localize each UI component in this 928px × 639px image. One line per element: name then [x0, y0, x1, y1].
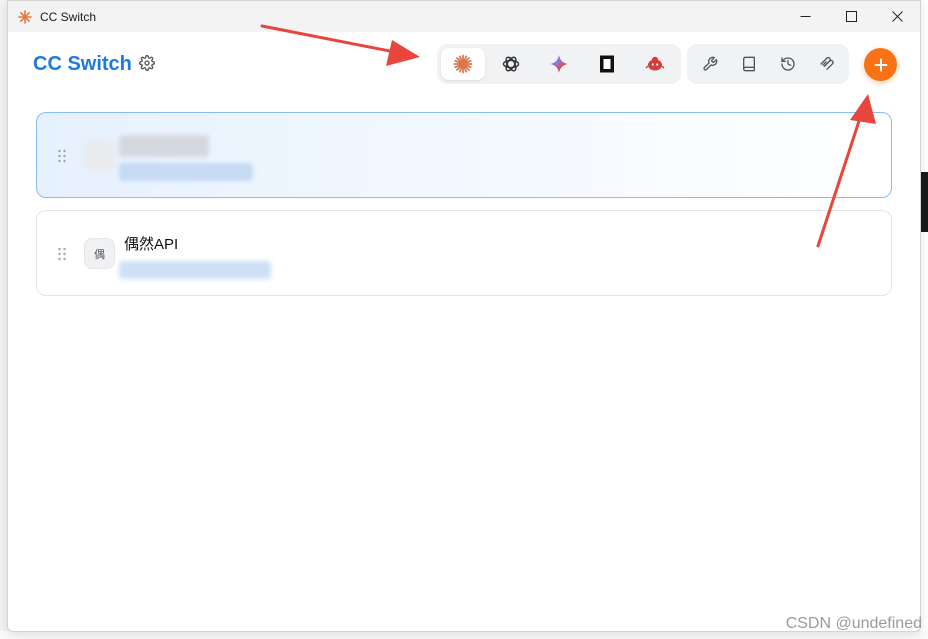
- tab-opencode[interactable]: [585, 48, 629, 80]
- tool-book[interactable]: [730, 48, 767, 80]
- tool-wrench[interactable]: [691, 48, 728, 80]
- provider-url-redacted: [119, 261, 271, 279]
- tool-mcp[interactable]: [808, 48, 845, 80]
- tab-gemini[interactable]: [537, 48, 581, 80]
- app-window: CC Switch CC Switch 偶 偶然API: [7, 0, 921, 632]
- book-icon: [742, 56, 755, 72]
- minimize-icon: [800, 16, 810, 17]
- gemini-star-icon: [550, 55, 568, 73]
- brand-title: CC Switch: [33, 53, 132, 75]
- tool-bar: [687, 44, 849, 84]
- titlebar[interactable]: CC Switch: [8, 1, 920, 32]
- provider-url-redacted: [119, 163, 253, 181]
- tab-bug[interactable]: [633, 48, 677, 80]
- plus-icon: [874, 58, 887, 71]
- desktop-background-block: [920, 172, 928, 232]
- app-logo-icon: [18, 9, 32, 24]
- claude-sparkle-icon: [453, 54, 473, 74]
- provider-avatar-redacted: [84, 140, 115, 171]
- close-button[interactable]: [874, 1, 920, 32]
- maximize-button[interactable]: [828, 1, 874, 32]
- provider-card[interactable]: 偶 偶然API: [36, 210, 892, 296]
- history-icon: [780, 57, 795, 71]
- mcp-icon: [819, 56, 834, 70]
- wrench-icon: [702, 56, 717, 71]
- drag-handle-icon[interactable]: [57, 247, 67, 261]
- openai-knot-icon: [502, 56, 520, 72]
- tab-openai[interactable]: [489, 48, 533, 80]
- watermark: CSDN @undefined: [785, 615, 922, 632]
- red-bug-icon: [645, 56, 665, 71]
- drag-handle-icon[interactable]: [57, 149, 67, 163]
- tool-history[interactable]: [769, 48, 806, 80]
- desktop-background: [920, 0, 928, 639]
- square-frame-icon: [600, 55, 614, 73]
- app-switcher: [437, 44, 681, 84]
- provider-name: 偶然API: [124, 236, 179, 253]
- close-icon: [891, 11, 903, 22]
- maximize-icon: [845, 11, 857, 22]
- gear-icon[interactable]: [139, 55, 155, 71]
- window-controls: [782, 1, 920, 32]
- provider-name-redacted: [119, 135, 209, 157]
- window-title: CC Switch: [40, 9, 97, 24]
- add-provider-button[interactable]: [864, 48, 897, 81]
- tab-claude[interactable]: [441, 48, 485, 80]
- provider-card[interactable]: [36, 112, 892, 198]
- provider-avatar: 偶: [84, 238, 115, 269]
- app-header: CC Switch: [8, 32, 920, 96]
- minimize-button[interactable]: [782, 1, 828, 32]
